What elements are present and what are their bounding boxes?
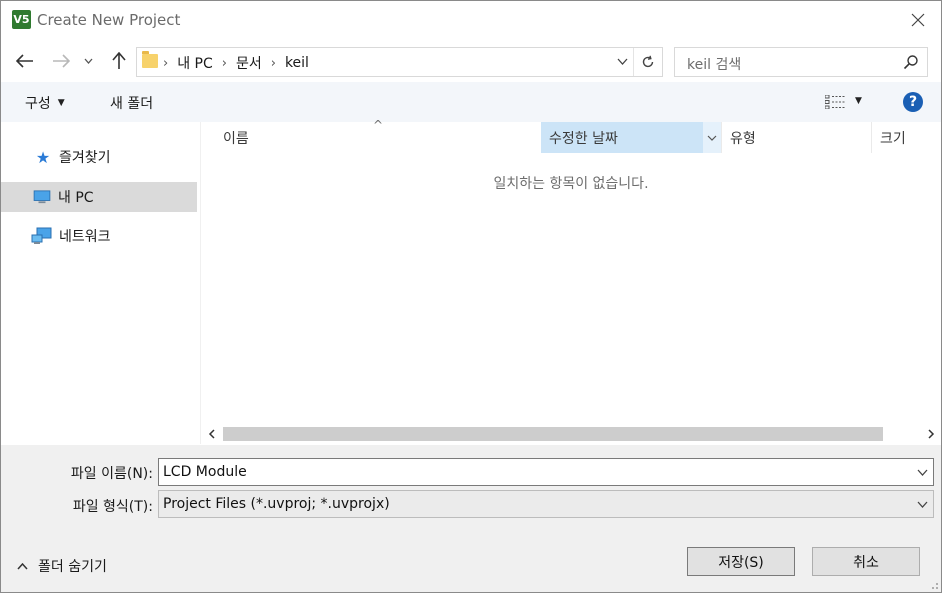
sidebar-item-favorites[interactable]: ★ 즐겨찾기 [1,142,197,172]
scroll-left-button[interactable] [201,424,221,444]
save-button[interactable]: 저장(S) [687,547,795,576]
back-button[interactable] [13,49,37,73]
resize-grip-icon[interactable] [929,580,939,590]
sidebar-item-label: 네트워크 [59,229,111,245]
search-icon [903,55,918,70]
column-header-type[interactable]: 유형 [721,122,871,153]
sidebar-item-network[interactable]: 네트워크 [1,221,197,251]
title-bar: V5 Create New Project [1,1,941,39]
close-button[interactable] [895,1,941,39]
address-history-dropdown[interactable] [612,51,632,71]
column-filter-dropdown[interactable] [703,122,721,153]
file-list[interactable]: ^ 이름 수정한 날짜 유형 크기 일치하는 항목이 없습니다. [201,118,941,428]
scroll-right-button[interactable] [921,424,941,444]
address-bar[interactable]: › 내 PC › 문서 › keil [136,47,663,77]
sidebar-item-this-pc[interactable]: 내 PC [1,182,197,212]
filetype-label: 파일 형식(T): [72,499,153,515]
refresh-button[interactable] [633,48,662,76]
help-icon[interactable]: ? [903,92,923,112]
horizontal-scrollbar[interactable] [201,424,941,444]
column-header-size[interactable]: 크기 [871,122,941,153]
close-icon [911,13,925,27]
chevron-down-icon [84,58,92,64]
filename-value: LCD Module [163,464,247,480]
column-header-date-modified[interactable]: 수정한 날짜 [541,122,703,153]
filetype-value: Project Files (*.uvproj; *.uvprojx) [163,496,390,512]
filename-field[interactable]: LCD Module [158,458,934,486]
chevron-right-icon[interactable]: › [222,56,227,71]
folder-icon [142,51,158,68]
view-options-icon[interactable] [825,95,845,109]
scrollbar-thumb[interactable] [223,427,883,441]
chevron-left-icon [208,429,215,439]
breadcrumb-item[interactable]: 내 PC [177,53,213,73]
arrow-up-icon [112,52,126,69]
filename-label: 파일 이름(N): [70,466,153,482]
save-options-panel: 파일 이름(N): LCD Module 파일 형식(T): Project F… [1,445,941,592]
filetype-dropdown[interactable] [915,497,929,511]
chevron-down-icon [917,501,927,508]
chevron-right-icon: › [163,55,169,71]
breadcrumb-item[interactable]: keil [285,55,309,71]
breadcrumb: › 내 PC › 문서 › keil [163,53,309,73]
forward-button[interactable] [49,49,73,73]
chevron-right-icon[interactable]: › [271,56,276,71]
search-placeholder: keil 검색 [687,57,742,73]
organize-menu-button[interactable]: 구성 ▼ [25,93,65,113]
recent-locations-button[interactable] [81,49,95,73]
keil-app-icon: V5 [12,10,31,29]
network-icon [31,227,52,244]
chevron-down-icon [917,469,927,476]
refresh-icon [642,55,654,68]
star-icon: ★ [35,147,51,167]
chevron-right-icon [927,429,934,439]
sidebar-item-label: 즐겨찾기 [59,150,111,166]
cancel-button[interactable]: 취소 [812,547,920,576]
chevron-up-icon [17,562,28,570]
up-button[interactable] [107,49,131,73]
view-caret-down-icon[interactable]: ▼ [855,96,862,106]
search-input[interactable]: keil 검색 [674,47,928,77]
filename-dropdown[interactable] [915,465,929,479]
navigation-pane: ★ 즐겨찾기 내 PC 네트워크 [1,122,201,444]
sidebar-item-label: 내 PC [58,190,94,206]
empty-folder-message: 일치하는 항목이 없습니다. [493,176,649,192]
filetype-select[interactable]: Project Files (*.uvproj; *.uvprojx) [158,490,934,518]
organize-label: 구성 [25,96,51,112]
hide-folders-label: 폴더 숨기기 [38,559,107,575]
caret-down-icon: ▼ [57,98,65,108]
chevron-down-icon [617,58,627,65]
navigation-bar: › 내 PC › 문서 › keil keil 검색 [1,43,941,79]
hide-folders-toggle[interactable]: 폴더 숨기기 [17,556,107,576]
computer-icon [33,190,51,204]
new-folder-button[interactable]: 새 폴더 [110,93,153,113]
breadcrumb-item[interactable]: 문서 [236,53,262,73]
column-header-name[interactable]: 이름 [201,122,541,153]
create-project-dialog: V5 Create New Project › 내 PC › 문서 › keil… [0,0,942,593]
arrow-right-icon [53,54,70,68]
window-title: Create New Project [37,11,181,29]
command-bar: 구성 ▼ 새 폴더 ▼ ? [1,82,941,122]
arrow-left-icon [16,54,33,68]
chevron-down-icon [707,135,717,141]
